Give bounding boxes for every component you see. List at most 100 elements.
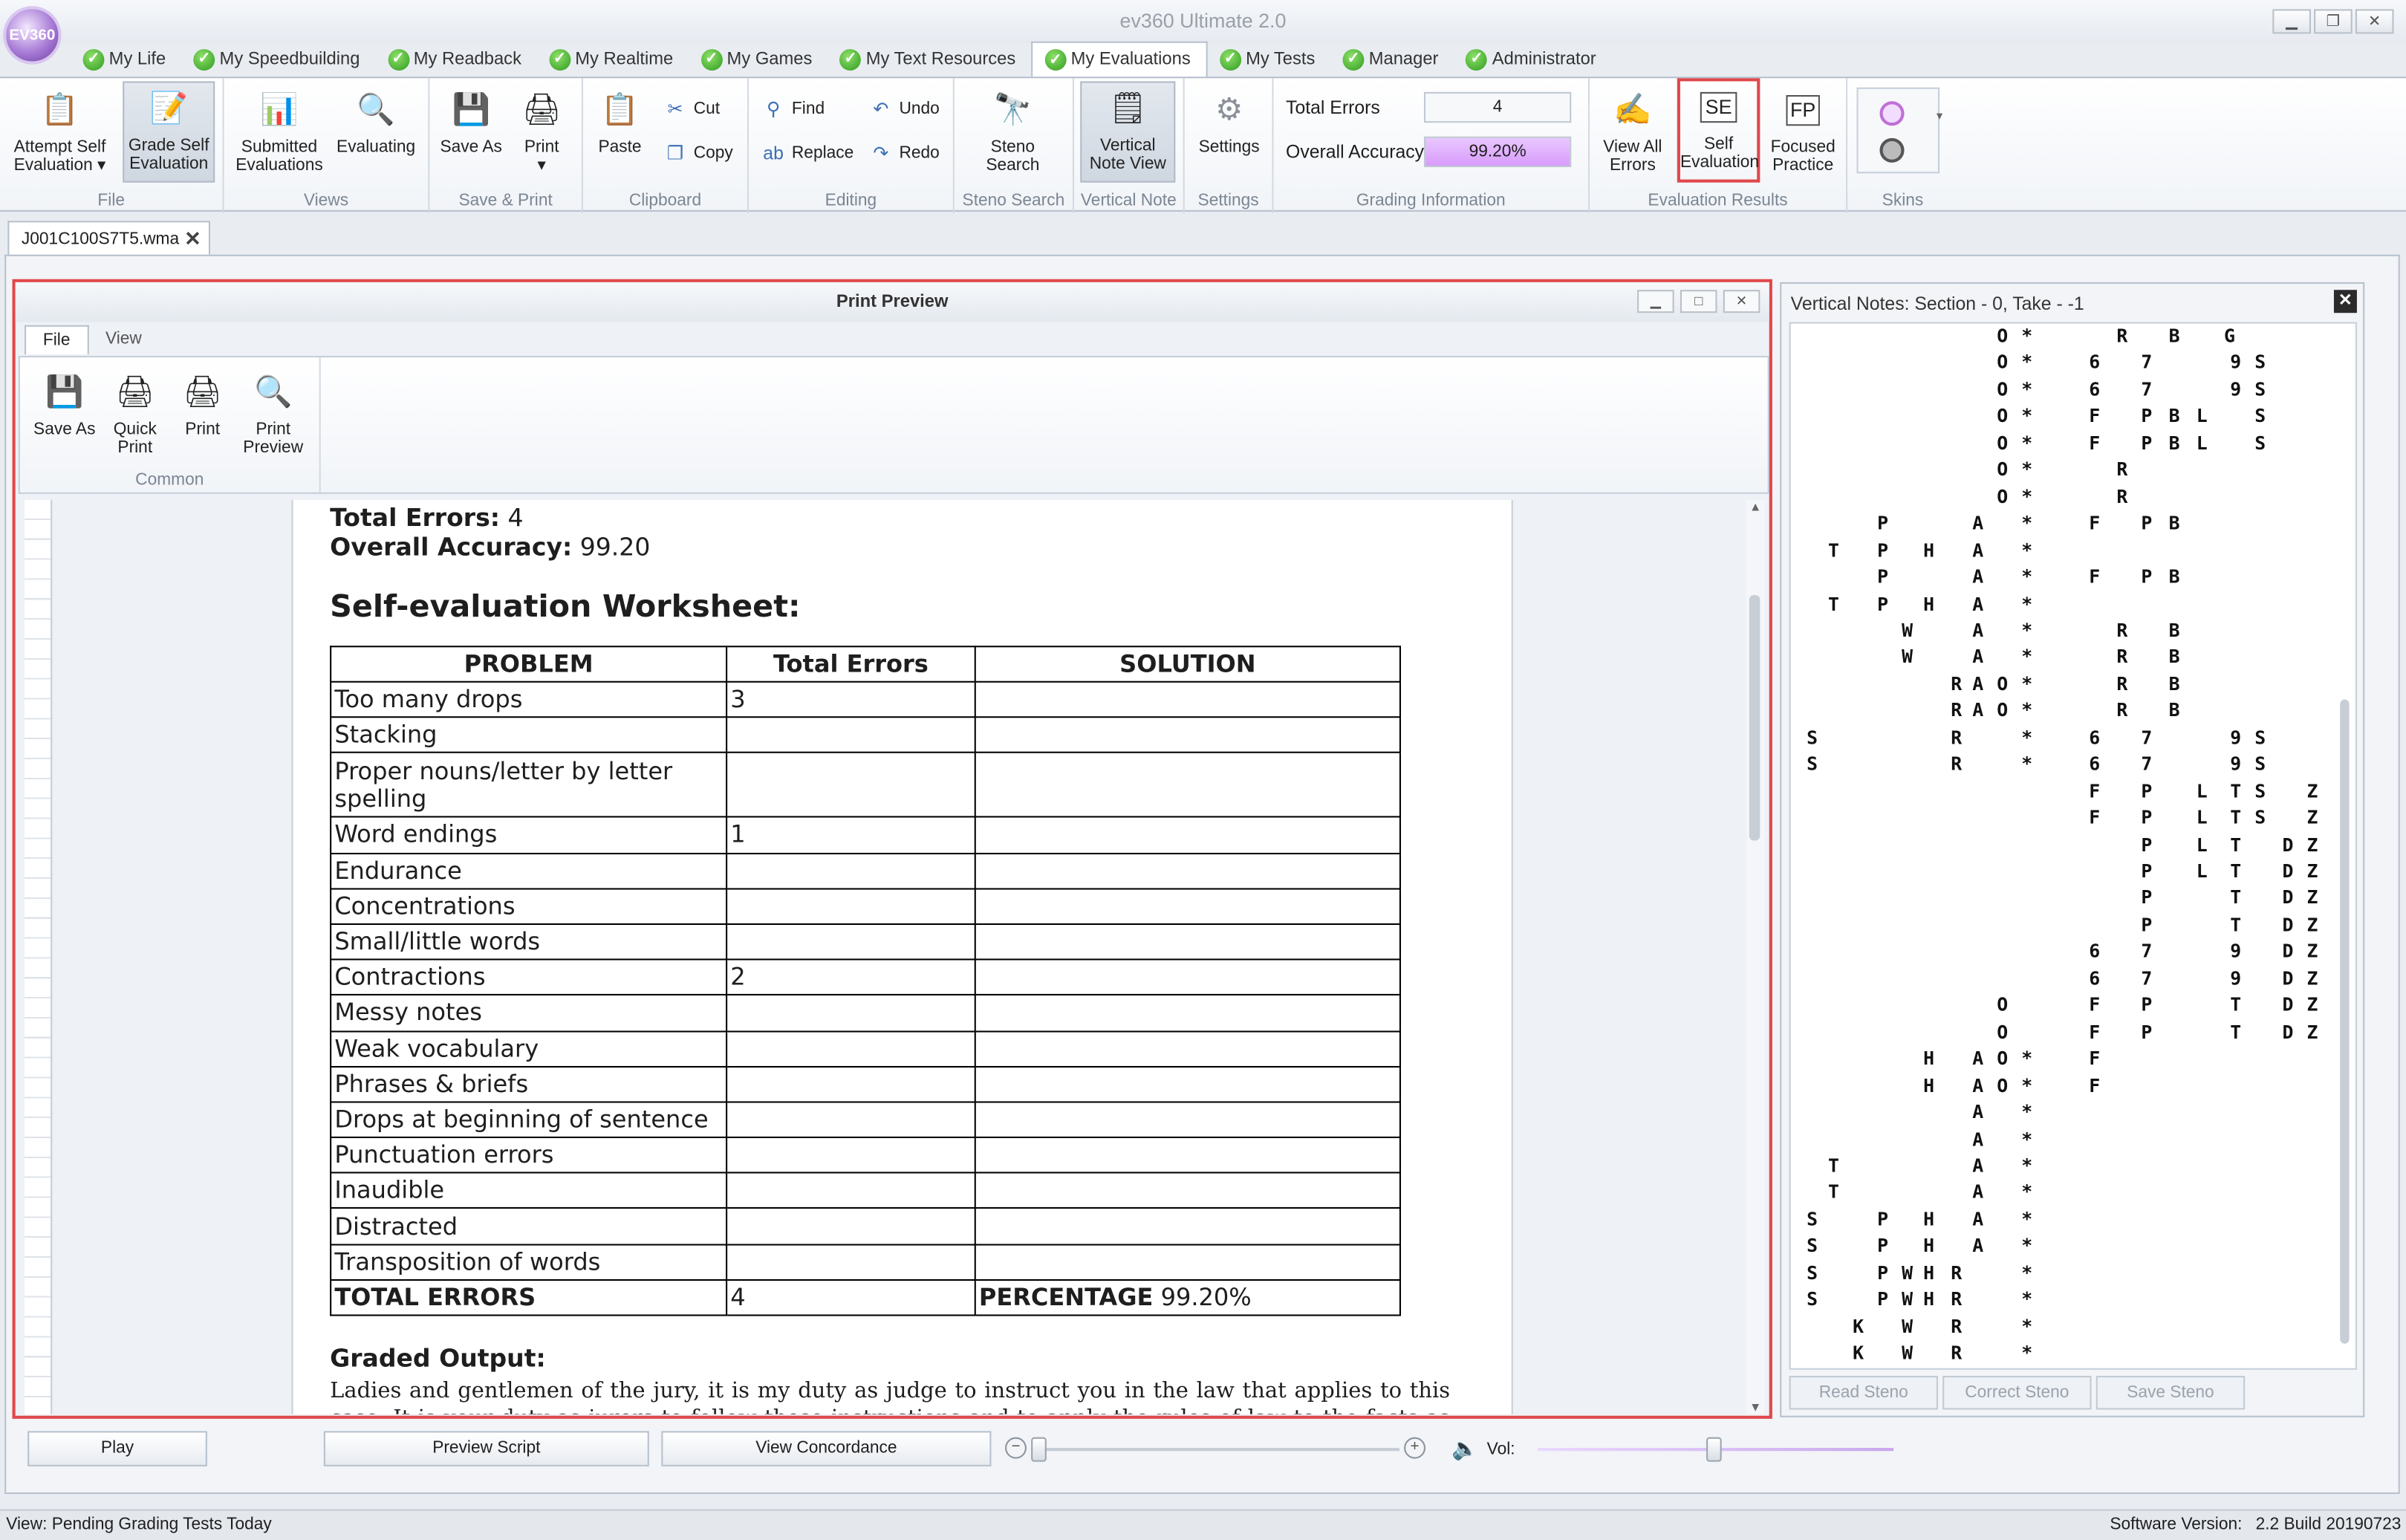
view-concordance-button[interactable]: View Concordance bbox=[661, 1431, 992, 1466]
view-all-errors-button[interactable]: ✍ View All Errors bbox=[1596, 85, 1669, 175]
save-as-button[interactable]: 💾 Save As bbox=[436, 85, 507, 157]
minimize-button[interactable]: ▁ bbox=[2272, 9, 2311, 34]
scrollbar-thumb[interactable] bbox=[1749, 595, 1760, 841]
tab-my-tests[interactable]: ✓ My Tests bbox=[1207, 42, 1330, 77]
steno-row[interactable]: F P LTS Z bbox=[1791, 805, 2344, 831]
document-tab[interactable]: J001C100S7T5.wma ✕ bbox=[7, 221, 211, 255]
volume-slider-knob[interactable] bbox=[1706, 1437, 1722, 1462]
minimize-button[interactable]: ▁ bbox=[1637, 290, 1674, 313]
tab-my-games[interactable]: ✓ My Games bbox=[689, 42, 828, 77]
steno-row[interactable]: W A * R B bbox=[1791, 618, 2344, 644]
steno-row[interactable]: 6 7 9 DZ bbox=[1791, 939, 2344, 965]
paste-button[interactable]: 📋 Paste bbox=[589, 85, 651, 157]
playback-slider-knob[interactable] bbox=[1031, 1437, 1047, 1462]
steno-row[interactable]: O * R bbox=[1791, 458, 2344, 484]
steno-row[interactable]: K W R * bbox=[1791, 1314, 2344, 1340]
steno-row[interactable]: 6 7 9 DZ bbox=[1791, 966, 2344, 992]
close-button[interactable]: ✕ bbox=[1723, 290, 1760, 313]
evaluating-button[interactable]: 🔍 Evaluating bbox=[331, 85, 420, 157]
steno-row[interactable]: T A * bbox=[1791, 1180, 2344, 1206]
tab-my-life[interactable]: ✓ My Life bbox=[71, 42, 181, 77]
tab-my-speedbuilding[interactable]: ✓ My Speedbuilding bbox=[181, 42, 375, 77]
app-logo[interactable]: EV360 bbox=[3, 6, 62, 65]
focused-practice-button[interactable]: FP Focused Practice bbox=[1765, 85, 1841, 175]
preview-scrollbar[interactable]: ▲ ▼ bbox=[1746, 500, 1765, 1414]
cut-button[interactable]: ✂ Cut bbox=[663, 97, 721, 121]
tab-administrator[interactable]: ✓ Administrator bbox=[1454, 42, 1611, 77]
skins-gallery[interactable] bbox=[1856, 87, 1940, 174]
steno-search-button[interactable]: 🔭 Steno Search bbox=[966, 85, 1059, 175]
self-evaluation-button[interactable]: SE Self Evaluation bbox=[1677, 78, 1760, 183]
steno-row[interactable]: R A O * R B bbox=[1791, 672, 2344, 698]
tab-my-readback[interactable]: ✓ My Readback bbox=[375, 42, 537, 77]
find-button[interactable]: ⚲ Find bbox=[761, 97, 825, 121]
steno-row[interactable]: R S * 6 7 9 S bbox=[1791, 752, 2344, 778]
save-steno-button[interactable]: Save Steno bbox=[2096, 1376, 2246, 1410]
steno-row[interactable]: F P LTS Z bbox=[1791, 779, 2344, 805]
steno-row[interactable]: T P H A * bbox=[1791, 538, 2344, 564]
steno-row[interactable]: K W R * bbox=[1791, 1341, 2344, 1367]
scroll-up-icon[interactable]: ▲ bbox=[1746, 500, 1765, 514]
steno-row[interactable]: O F P T DZ bbox=[1791, 1019, 2344, 1045]
steno-row[interactable]: W A * R B bbox=[1791, 645, 2344, 671]
steno-row[interactable]: A * bbox=[1791, 1127, 2344, 1153]
steno-row[interactable]: P T DZ bbox=[1791, 886, 2344, 912]
close-button[interactable]: ✕ bbox=[2355, 9, 2394, 34]
steno-row[interactable]: O * 6 7 9 S bbox=[1791, 351, 2344, 377]
settings-button[interactable]: ⚙ Settings bbox=[1191, 85, 1267, 157]
steno-row[interactable]: T A * bbox=[1791, 1154, 2344, 1180]
redo-button[interactable]: ↷ Redo bbox=[868, 141, 940, 166]
steno-row[interactable]: P A * F P B bbox=[1791, 511, 2344, 537]
steno-notes-list[interactable]: O * R B G O * 6 7 9 S O * 6 7 9 S O * F P B L S O * F P B L S O * R O * R P A *… bbox=[1789, 322, 2357, 1370]
steno-row[interactable]: O F P T DZ bbox=[1791, 992, 2344, 1018]
tab-my-realtime[interactable]: ✓ My Realtime bbox=[537, 42, 689, 77]
close-icon[interactable]: ✕ bbox=[2333, 290, 2357, 313]
steno-row[interactable]: R A O * R B bbox=[1791, 698, 2344, 724]
tab-my-evaluations[interactable]: ✓ My Evaluations bbox=[1030, 41, 1208, 77]
tab-manager[interactable]: ✓ Manager bbox=[1330, 42, 1454, 77]
steno-row[interactable]: O * F P B L S bbox=[1791, 404, 2344, 430]
pp-print-button[interactable]: 🖨 Print bbox=[173, 366, 231, 439]
steno-row[interactable]: P LT DZ bbox=[1791, 832, 2344, 858]
grade-self-evaluation-button[interactable]: 📝 Grade Self Evaluation bbox=[123, 81, 215, 183]
tab-view[interactable]: View bbox=[88, 325, 158, 354]
restore-button[interactable]: ❐ bbox=[2314, 9, 2353, 34]
quick-print-button[interactable]: 🖨 Quick Print bbox=[106, 366, 164, 457]
steno-row[interactable]: P A * F P B bbox=[1791, 565, 2344, 591]
steno-row[interactable]: O * R bbox=[1791, 484, 2344, 510]
steno-row[interactable]: R S * 6 7 9 S bbox=[1791, 725, 2344, 751]
steno-row[interactable]: O * R B G bbox=[1791, 324, 2344, 350]
attempt-self-evaluation-button[interactable]: 📋 Attempt Self Evaluation ▾ bbox=[6, 85, 114, 175]
steno-row[interactable]: P T DZ bbox=[1791, 912, 2344, 938]
steno-row[interactable]: T P H A * bbox=[1791, 591, 2344, 617]
skin-swatch-purple-icon[interactable] bbox=[1879, 101, 1905, 126]
play-button[interactable]: Play bbox=[27, 1431, 207, 1466]
submitted-evaluations-button[interactable]: 📊 Submitted Evaluations bbox=[230, 85, 328, 175]
pp-save-as-button[interactable]: 💾 Save As bbox=[29, 366, 100, 439]
scroll-down-icon[interactable]: ▼ bbox=[1746, 1400, 1765, 1414]
read-steno-button[interactable]: Read Steno bbox=[1789, 1376, 1938, 1410]
tab-my-text-resources[interactable]: ✓ My Text Resources bbox=[828, 42, 1031, 77]
tab-file[interactable]: File bbox=[25, 325, 89, 354]
correct-steno-button[interactable]: Correct Steno bbox=[1942, 1376, 2092, 1410]
steno-row[interactable]: P LT DZ bbox=[1791, 859, 2344, 885]
steno-row[interactable]: H A O * F bbox=[1791, 1046, 2344, 1072]
skin-swatch-gray-icon[interactable] bbox=[1879, 137, 1905, 163]
steno-row[interactable]: O * 6 7 9 S bbox=[1791, 377, 2344, 403]
close-icon[interactable]: ✕ bbox=[184, 227, 201, 252]
steno-row[interactable]: H A O * F bbox=[1791, 1073, 2344, 1099]
maximize-button[interactable]: □ bbox=[1680, 290, 1717, 313]
steno-row[interactable]: S P H A * bbox=[1791, 1207, 2344, 1233]
steno-row[interactable]: A * bbox=[1791, 1099, 2344, 1125]
steno-row[interactable]: S P W H R * bbox=[1791, 1261, 2344, 1287]
replace-button[interactable]: ab Replace bbox=[761, 141, 854, 166]
steno-row[interactable]: O * F P B L S bbox=[1791, 431, 2344, 457]
vertical-note-view-button[interactable]: 🗒 Vertical Note View bbox=[1080, 81, 1176, 183]
chevron-down-icon[interactable]: ▾ bbox=[1937, 109, 1942, 123]
zoom-in-icon[interactable]: + bbox=[1404, 1437, 1426, 1459]
steno-row[interactable]: S P H A * bbox=[1791, 1234, 2344, 1260]
undo-button[interactable]: ↶ Undo bbox=[868, 97, 940, 121]
print-preview-button[interactable]: 🔍 Print Preview bbox=[238, 366, 308, 457]
copy-button[interactable]: ❐ Copy bbox=[663, 141, 733, 166]
steno-row[interactable]: S P W H R * bbox=[1791, 1287, 2344, 1313]
